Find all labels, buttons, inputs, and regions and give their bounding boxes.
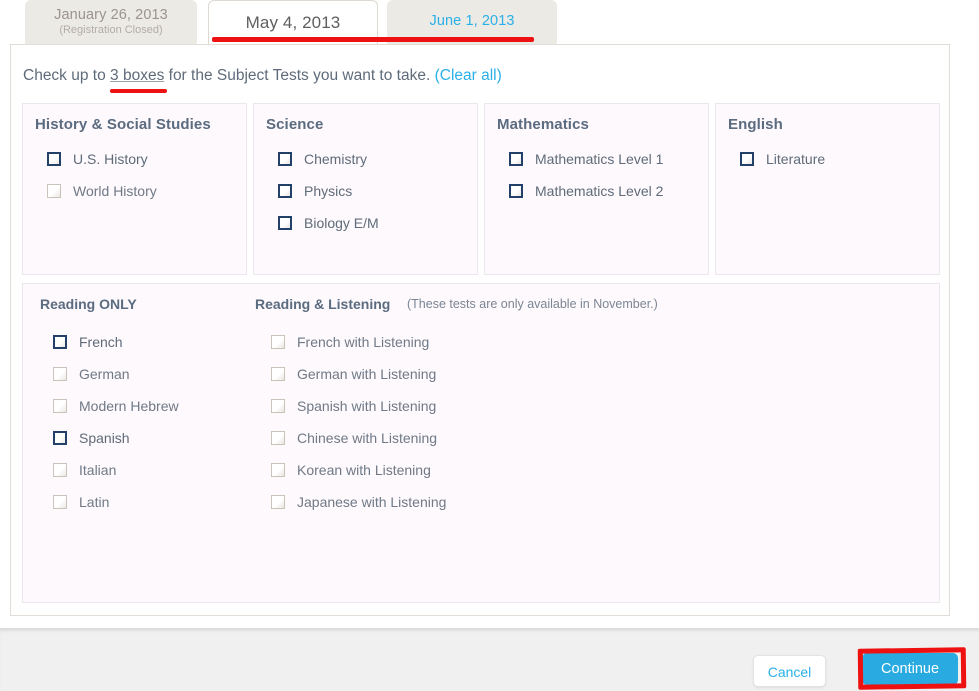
checkbox-row-us-history[interactable]: U.S. History xyxy=(47,143,246,175)
registration-page: January 26, 2013 (Registration Closed) M… xyxy=(0,0,979,691)
checkbox-label: French with Listening xyxy=(297,334,430,350)
reading-only-heading: Reading ONLY xyxy=(40,296,137,312)
checkbox-row-spanish[interactable]: Spanish xyxy=(53,422,179,454)
subject-box-english: English Literature xyxy=(715,103,940,275)
subject-title: English xyxy=(728,116,783,133)
checkbox-spanish-with-listening[interactable] xyxy=(271,399,285,413)
checkbox-row-mathematics-level-2[interactable]: Mathematics Level 2 xyxy=(509,175,708,207)
instruction-suffix: for the Subject Tests you want to take. xyxy=(164,67,435,84)
checkbox-latin[interactable] xyxy=(53,495,67,509)
tab-may-date: May 4, 2013 xyxy=(245,13,341,32)
subject-test-selection-panel: Check up to 3 boxes for the Subject Test… xyxy=(10,44,950,616)
checkbox-biology-em[interactable] xyxy=(278,216,292,230)
checkbox-label: Japanese with Listening xyxy=(297,494,447,510)
checkbox-row-mathematics-level-1[interactable]: Mathematics Level 1 xyxy=(509,143,708,175)
checkbox-label: Latin xyxy=(79,494,110,510)
action-footer-bar xyxy=(0,628,979,691)
subject-box-mathematics: Mathematics Mathematics Level 1 Mathemat… xyxy=(484,103,709,275)
checkbox-row-literature[interactable]: Literature xyxy=(740,143,939,175)
test-date-tabs: January 26, 2013 (Registration Closed) M… xyxy=(0,0,979,44)
checkbox-row-french[interactable]: French xyxy=(53,326,179,358)
checkbox-chemistry[interactable] xyxy=(278,152,292,166)
subject-box-history-social-studies: History & Social Studies U.S. History Wo… xyxy=(22,103,247,275)
checkbox-row-french-with-listening[interactable]: French with Listening xyxy=(271,326,446,358)
checkbox-us-history[interactable] xyxy=(47,152,61,166)
tab-june-date: June 1, 2013 xyxy=(429,13,515,29)
checkbox-label: Chinese with Listening xyxy=(297,430,438,446)
checkbox-row-chemistry[interactable]: Chemistry xyxy=(278,143,477,175)
checkbox-literature[interactable] xyxy=(740,152,754,166)
tab-january-subtext: (Registration Closed) xyxy=(59,24,163,37)
tab-may-4-2013[interactable]: May 4, 2013 xyxy=(208,0,378,44)
checkbox-row-spanish-with-listening[interactable]: Spanish with Listening xyxy=(271,390,446,422)
checkbox-french-with-listening[interactable] xyxy=(271,335,285,349)
checkbox-row-italian[interactable]: Italian xyxy=(53,454,179,486)
checkbox-japanese-with-listening[interactable] xyxy=(271,495,285,509)
subject-box-science: Science Chemistry Physics Biology E/M xyxy=(253,103,478,275)
checkbox-german[interactable] xyxy=(53,367,67,381)
subject-title: Science xyxy=(266,116,324,133)
checkbox-label: Spanish with Listening xyxy=(297,398,437,414)
checkbox-row-japanese-with-listening[interactable]: Japanese with Listening xyxy=(271,486,446,518)
checkbox-spanish[interactable] xyxy=(53,431,67,445)
checkbox-row-latin[interactable]: Latin xyxy=(53,486,179,518)
instruction-text: Check up to 3 boxes for the Subject Test… xyxy=(23,67,502,85)
instruction-limit: 3 boxes xyxy=(110,67,165,84)
checkbox-row-chinese-with-listening[interactable]: Chinese with Listening xyxy=(271,422,446,454)
checkbox-italian[interactable] xyxy=(53,463,67,477)
checkbox-label: Italian xyxy=(79,462,117,478)
reading-listening-heading: Reading & Listening xyxy=(255,296,391,312)
checkbox-modern-hebrew[interactable] xyxy=(53,399,67,413)
checkbox-label: Spanish xyxy=(79,430,130,446)
checkbox-world-history[interactable] xyxy=(47,184,61,198)
tab-june-1-2013[interactable]: June 1, 2013 xyxy=(387,0,557,44)
checkbox-label: Modern Hebrew xyxy=(79,398,179,414)
checkbox-french[interactable] xyxy=(53,335,67,349)
checkbox-label: World History xyxy=(73,183,157,199)
checkbox-mathematics-level-1[interactable] xyxy=(509,152,523,166)
subject-title: History & Social Studies xyxy=(35,116,211,133)
tab-january-date: January 26, 2013 xyxy=(54,7,168,23)
november-availability-note: (These tests are only available in Novem… xyxy=(407,297,658,311)
tab-january-26-2013[interactable]: January 26, 2013 (Registration Closed) xyxy=(25,0,197,44)
checkbox-label: French xyxy=(79,334,123,350)
checkbox-label: Biology E/M xyxy=(304,215,379,231)
checkbox-label: Mathematics Level 1 xyxy=(535,151,664,167)
checkbox-label: Chemistry xyxy=(304,151,368,167)
checkbox-mathematics-level-2[interactable] xyxy=(509,184,523,198)
checkbox-row-german-with-listening[interactable]: German with Listening xyxy=(271,358,446,390)
checkbox-german-with-listening[interactable] xyxy=(271,367,285,381)
checkbox-row-modern-hebrew[interactable]: Modern Hebrew xyxy=(53,390,179,422)
checkbox-label: Literature xyxy=(766,151,826,167)
subject-title: Mathematics xyxy=(497,116,589,133)
checkbox-row-korean-with-listening[interactable]: Korean with Listening xyxy=(271,454,446,486)
checkbox-physics[interactable] xyxy=(278,184,292,198)
languages-box: Reading ONLY Reading & Listening (These … xyxy=(22,283,940,603)
checkbox-label: U.S. History xyxy=(73,151,148,167)
checkbox-label: German with Listening xyxy=(297,366,437,382)
continue-button[interactable]: Continue xyxy=(862,653,958,685)
checkbox-label: Physics xyxy=(304,183,353,199)
checkbox-row-physics[interactable]: Physics xyxy=(278,175,477,207)
cancel-button[interactable]: Cancel xyxy=(753,655,826,687)
clear-all-link[interactable]: (Clear all) xyxy=(435,67,502,84)
checkbox-chinese-with-listening[interactable] xyxy=(271,431,285,445)
checkbox-row-world-history[interactable]: World History xyxy=(47,175,246,207)
reading-listening-column: French with Listening German with Listen… xyxy=(271,326,446,518)
checkbox-korean-with-listening[interactable] xyxy=(271,463,285,477)
checkbox-row-german[interactable]: German xyxy=(53,358,179,390)
checkbox-label: German xyxy=(79,366,130,382)
checkbox-label: Mathematics Level 2 xyxy=(535,183,664,199)
checkbox-row-biology-em[interactable]: Biology E/M xyxy=(278,207,477,239)
subject-category-grid: History & Social Studies U.S. History Wo… xyxy=(22,103,940,275)
reading-only-column: French German Modern Hebrew Spanish Ital… xyxy=(53,326,179,518)
instruction-prefix: Check up to xyxy=(23,67,111,84)
checkbox-label: Korean with Listening xyxy=(297,462,431,478)
